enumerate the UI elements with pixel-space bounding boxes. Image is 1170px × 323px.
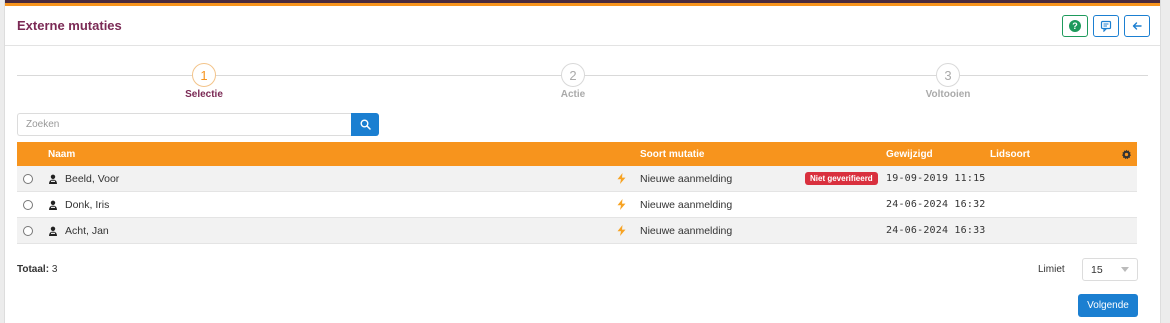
header-buttons: ? — [1062, 14, 1150, 37]
search-icon — [360, 119, 371, 130]
step-voltooien[interactable]: 3 Voltooien — [888, 63, 1008, 100]
column-header-lidsoort[interactable]: Lidsoort — [990, 142, 1030, 166]
bolt-icon — [617, 192, 626, 217]
search-button[interactable] — [351, 113, 379, 136]
bolt-icon — [617, 166, 626, 191]
chevron-down-icon — [1121, 267, 1129, 272]
next-button[interactable]: Volgende — [1078, 294, 1138, 317]
top-accent-bar — [5, 0, 1160, 6]
help-button[interactable]: ? — [1062, 14, 1088, 37]
comment-button[interactable] — [1093, 14, 1119, 37]
table-header: Naam Soort mutatie Gewijzigd Lidsoort — [17, 142, 1137, 166]
step-selectie[interactable]: 1 Selectie — [144, 63, 264, 100]
row-soort: Nieuwe aanmelding — [640, 224, 733, 237]
step-label: Actie — [560, 89, 586, 100]
person-icon — [48, 174, 58, 184]
row-naam: Acht, Jan — [48, 218, 109, 243]
limit-value: 15 — [1091, 263, 1103, 276]
top-accent-orange — [5, 3, 1160, 6]
row-select-radio[interactable] — [23, 218, 33, 243]
person-icon — [48, 200, 58, 210]
table-row[interactable]: Donk, Iris Nieuwe aanmelding 24-06-2024 … — [17, 192, 1137, 218]
table-row[interactable]: Acht, Jan Nieuwe aanmelding 24-06-2024 1… — [17, 218, 1137, 244]
step-number: 2 — [561, 63, 585, 87]
row-naam-text: Donk, Iris — [65, 198, 110, 211]
gear-icon — [1121, 149, 1132, 159]
table-row[interactable]: Beeld, Voor Nieuwe aanmelding Niet gever… — [17, 166, 1137, 192]
limit-label: Limiet — [1038, 264, 1065, 275]
row-naam: Beeld, Voor — [48, 166, 119, 191]
column-header-gewijzigd[interactable]: Gewijzigd — [886, 142, 933, 166]
search-bar — [17, 113, 379, 136]
step-actie[interactable]: 2 Actie — [513, 63, 633, 100]
arrow-left-icon — [1132, 21, 1142, 30]
step-label: Voltooien — [925, 89, 971, 100]
table-settings-button[interactable] — [1121, 142, 1132, 166]
row-naam-text: Acht, Jan — [65, 224, 109, 237]
bolt-icon — [617, 218, 626, 243]
total-value: 3 — [51, 264, 58, 275]
row-select-radio[interactable] — [23, 166, 33, 191]
total-count: Totaal: 3 — [17, 264, 57, 275]
back-button[interactable] — [1124, 14, 1150, 37]
status-badge: Niet geverifieerd — [805, 166, 878, 191]
row-select-radio[interactable] — [23, 192, 33, 217]
row-gewijzigd: 19-09-2019 11:15 — [886, 173, 986, 184]
app-frame: Externe mutaties ? 1 Selectie 2 Actie 3 … — [4, 0, 1161, 323]
total-label: Totaal: — [17, 264, 50, 275]
limit-select[interactable]: 15 — [1082, 258, 1138, 281]
person-icon — [48, 226, 58, 236]
column-header-soort[interactable]: Soort mutatie — [640, 142, 704, 166]
row-gewijzigd: 24-06-2024 16:32 — [886, 199, 986, 210]
row-naam-text: Beeld, Voor — [65, 172, 120, 185]
mutaties-table: Naam Soort mutatie Gewijzigd Lidsoort Be… — [17, 142, 1137, 244]
page-header: Externe mutaties ? — [5, 6, 1160, 46]
page-title: Externe mutaties — [17, 18, 122, 33]
step-number: 3 — [936, 63, 960, 87]
row-naam: Donk, Iris — [48, 192, 109, 217]
step-label: Selectie — [185, 89, 223, 100]
help-icon: ? — [1069, 19, 1081, 32]
row-gewijzigd: 24-06-2024 16:33 — [886, 225, 986, 236]
row-soort: Nieuwe aanmelding — [640, 198, 733, 211]
column-header-naam[interactable]: Naam — [48, 142, 75, 166]
row-soort: Nieuwe aanmelding — [640, 172, 733, 185]
search-input[interactable] — [17, 113, 351, 136]
comment-icon — [1100, 20, 1112, 32]
step-number: 1 — [192, 63, 216, 87]
